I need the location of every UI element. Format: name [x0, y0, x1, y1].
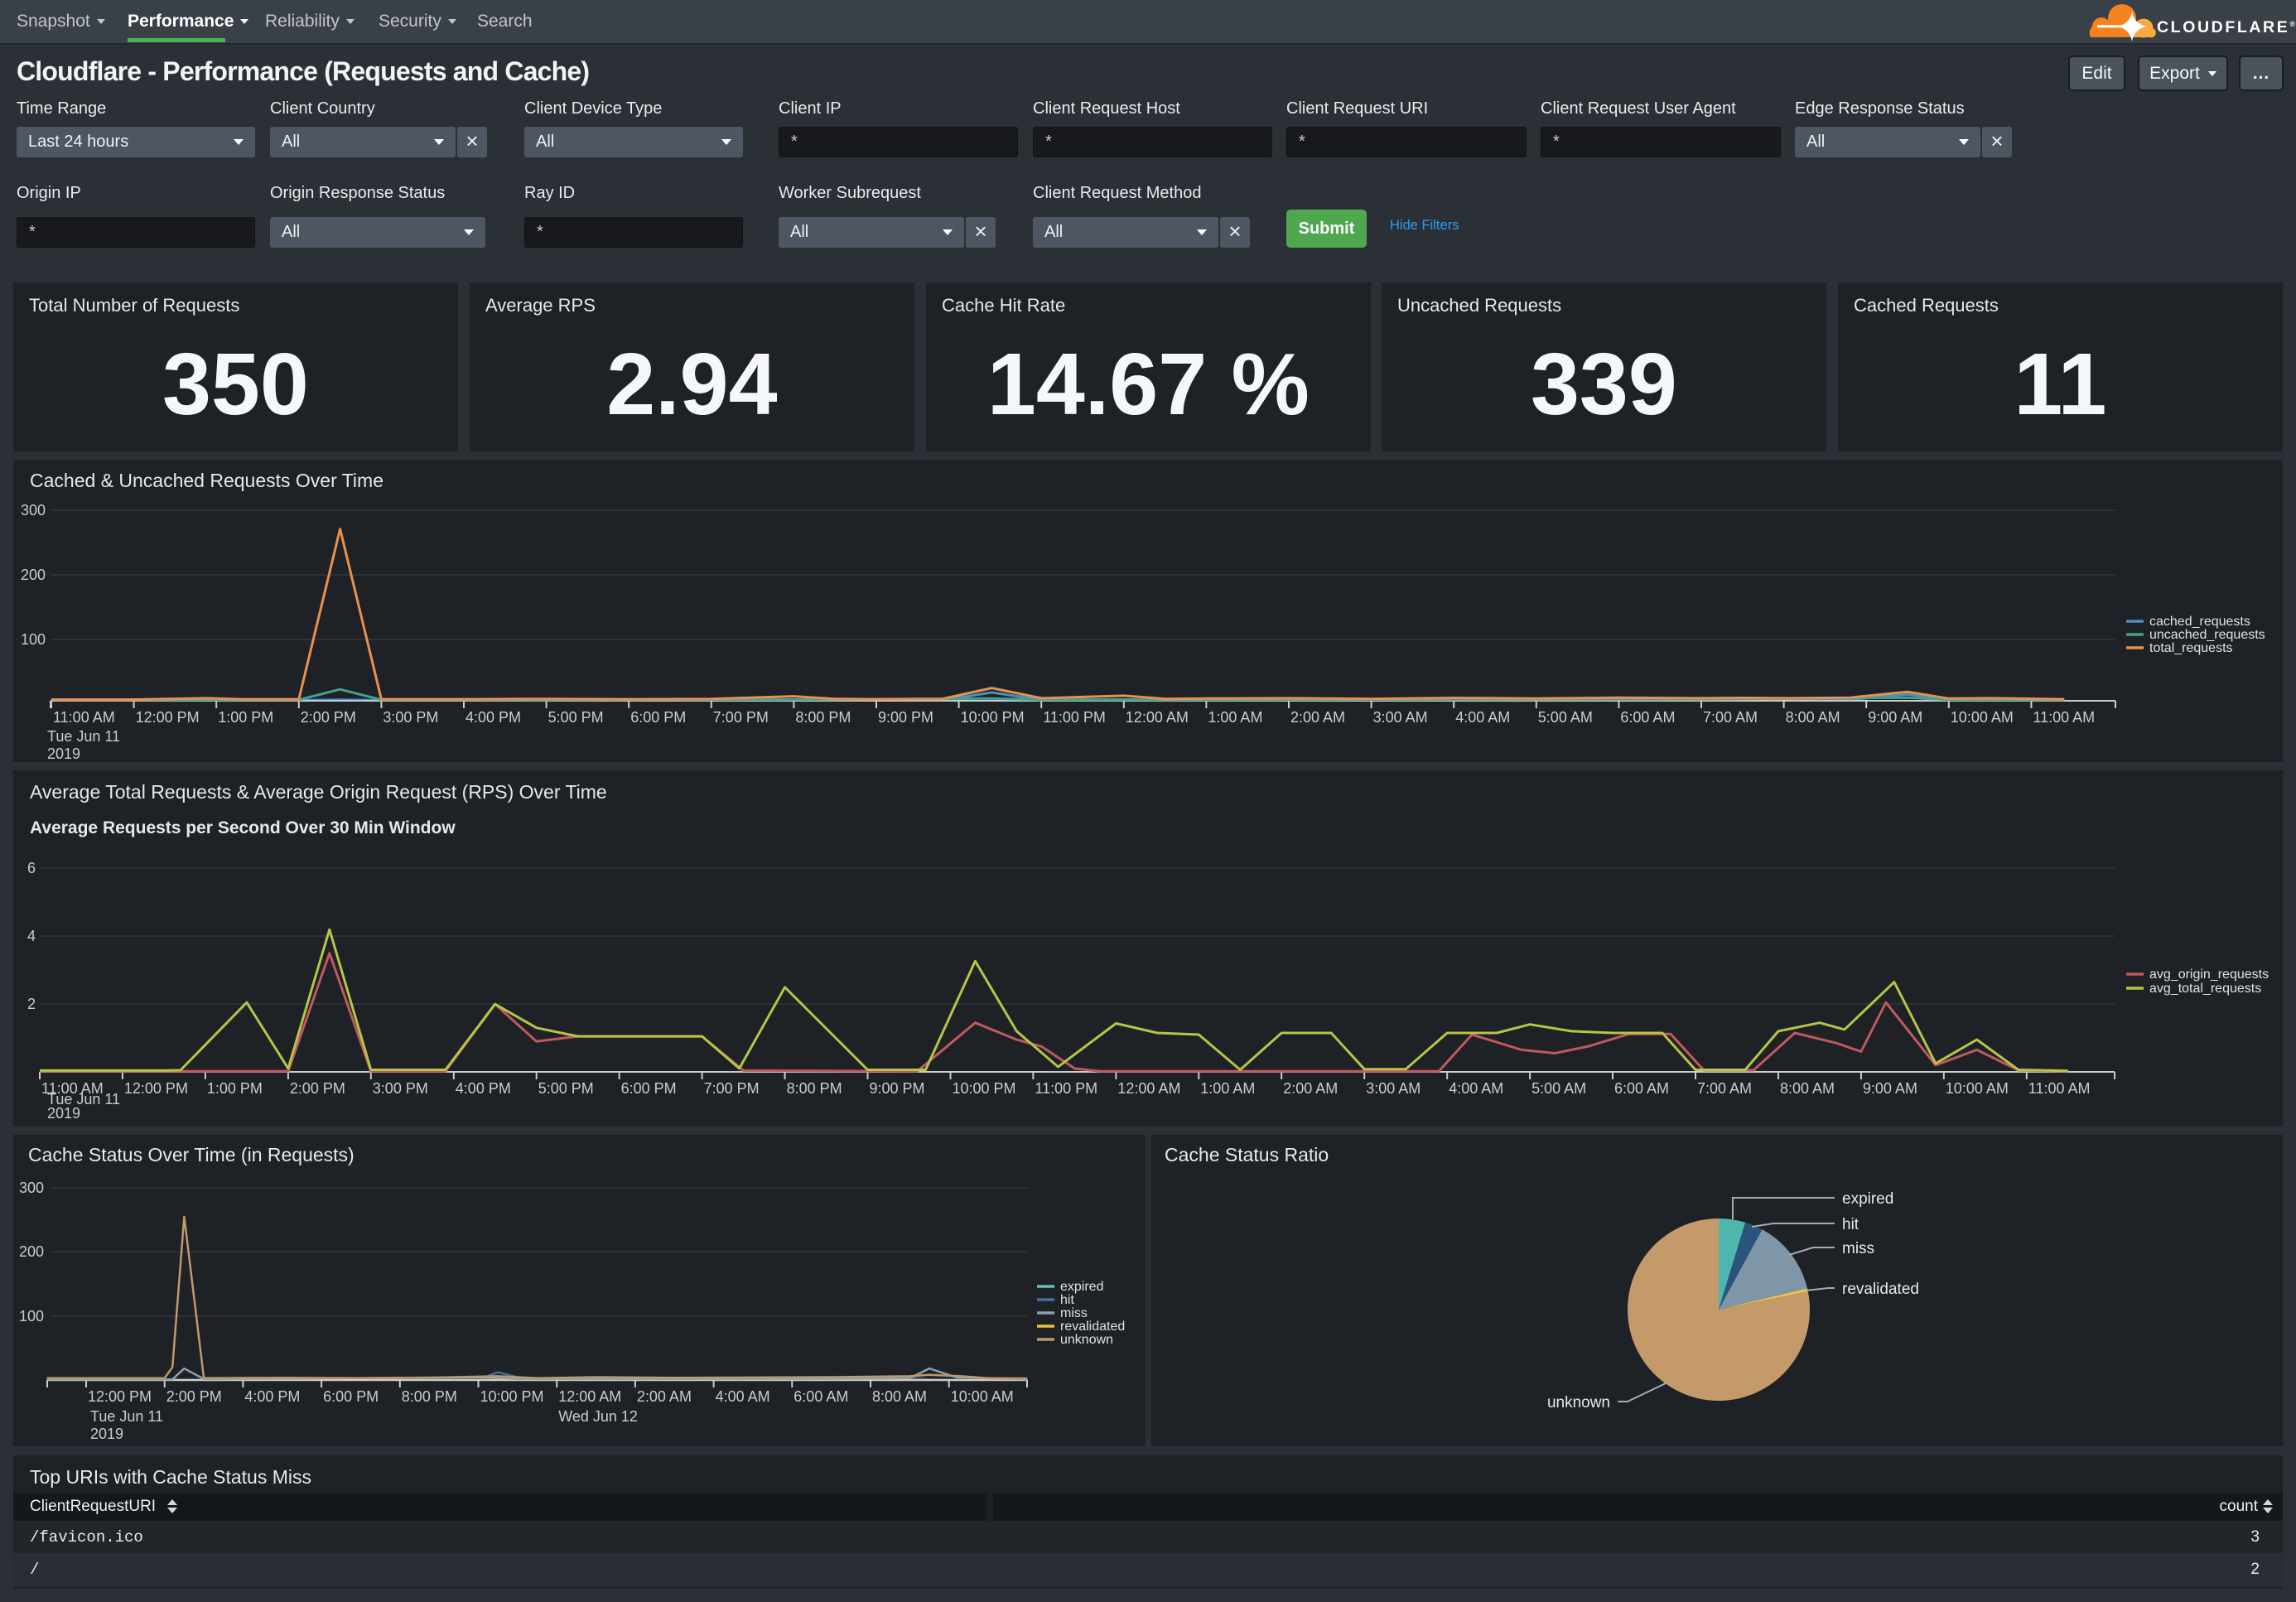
svg-text:1:00 PM: 1:00 PM	[207, 1080, 263, 1097]
svg-text:2:00 AM: 2:00 AM	[1290, 709, 1345, 726]
svg-text:4: 4	[27, 928, 36, 944]
svg-text:6:00 AM: 6:00 AM	[793, 1388, 848, 1405]
svg-text:11:00 PM: 11:00 PM	[1035, 1080, 1097, 1097]
svg-text:5:00 AM: 5:00 AM	[1531, 1080, 1586, 1097]
svg-text:12:00 PM: 12:00 PM	[124, 1080, 188, 1097]
svg-text:2:00 PM: 2:00 PM	[166, 1388, 222, 1405]
svg-text:unknown: unknown	[1060, 1333, 1113, 1347]
svg-text:9:00 PM: 9:00 PM	[878, 709, 933, 726]
svg-text:5:00 AM: 5:00 AM	[1538, 709, 1593, 726]
svg-text:4:00 PM: 4:00 PM	[244, 1388, 300, 1405]
svg-text:6:00 PM: 6:00 PM	[621, 1080, 677, 1097]
svg-text:7:00 PM: 7:00 PM	[704, 1080, 760, 1097]
svg-text:miss: miss	[1060, 1306, 1088, 1320]
svg-text:Wed Jun 12: Wed Jun 12	[558, 1408, 638, 1425]
svg-text:9:00 PM: 9:00 PM	[870, 1080, 925, 1097]
svg-text:1:00 AM: 1:00 AM	[1200, 1080, 1255, 1097]
svg-text:12:00 PM: 12:00 PM	[88, 1388, 152, 1405]
svg-text:2:00 PM: 2:00 PM	[290, 1080, 345, 1097]
svg-text:9:00 AM: 9:00 AM	[1863, 1080, 1917, 1097]
svg-text:10:00 PM: 10:00 PM	[961, 709, 1025, 726]
svg-text:6:00 PM: 6:00 PM	[323, 1388, 379, 1405]
svg-text:4:00 PM: 4:00 PM	[465, 709, 521, 726]
svg-text:expired: expired	[1842, 1190, 1893, 1208]
svg-text:3:00 AM: 3:00 AM	[1373, 709, 1428, 726]
svg-text:1:00 AM: 1:00 AM	[1208, 709, 1262, 726]
svg-text:200: 200	[21, 567, 46, 583]
svg-text:Tue Jun 11: Tue Jun 11	[90, 1408, 163, 1425]
svg-text:300: 300	[21, 502, 46, 519]
svg-text:8:00 PM: 8:00 PM	[795, 709, 851, 726]
svg-text:2:00 AM: 2:00 AM	[637, 1388, 692, 1405]
svg-text:10:00 PM: 10:00 PM	[953, 1080, 1016, 1097]
svg-text:3:00 PM: 3:00 PM	[373, 1080, 428, 1097]
svg-text:3:00 AM: 3:00 AM	[1366, 1080, 1421, 1097]
svg-text:10:00 PM: 10:00 PM	[480, 1388, 544, 1405]
svg-text:unknown: unknown	[1547, 1394, 1610, 1411]
svg-text:7:00 AM: 7:00 AM	[1697, 1080, 1752, 1097]
svg-text:6:00 AM: 6:00 AM	[1620, 709, 1675, 726]
svg-text:Tue Jun 11: Tue Jun 11	[47, 728, 120, 745]
svg-text:5:00 PM: 5:00 PM	[538, 1080, 594, 1097]
svg-text:1:00 PM: 1:00 PM	[218, 709, 273, 726]
svg-text:expired: expired	[1060, 1280, 1103, 1294]
svg-text:4:00 AM: 4:00 AM	[1449, 1080, 1503, 1097]
svg-text:10:00 AM: 10:00 AM	[951, 1388, 1014, 1405]
svg-text:8:00 AM: 8:00 AM	[1780, 1080, 1835, 1097]
svg-text:avg_origin_requests: avg_origin_requests	[2149, 967, 2269, 982]
svg-text:avg_total_requests: avg_total_requests	[2149, 982, 2261, 996]
svg-text:uncached_requests: uncached_requests	[2149, 628, 2265, 642]
svg-text:11:00 AM: 11:00 AM	[2028, 1080, 2091, 1097]
svg-text:8:00 PM: 8:00 PM	[787, 1080, 842, 1097]
svg-text:200: 200	[19, 1243, 44, 1260]
svg-text:7:00 PM: 7:00 PM	[713, 709, 769, 726]
svg-text:6:00 AM: 6:00 AM	[1614, 1080, 1669, 1097]
svg-text:4:00 AM: 4:00 AM	[716, 1388, 770, 1405]
svg-text:2:00 AM: 2:00 AM	[1283, 1080, 1338, 1097]
svg-text:11:00 AM: 11:00 AM	[2033, 709, 2095, 726]
svg-text:10:00 AM: 10:00 AM	[1951, 709, 2014, 726]
svg-text:12:00 AM: 12:00 AM	[558, 1388, 621, 1405]
svg-text:2: 2	[27, 996, 36, 1012]
svg-text:10:00 AM: 10:00 AM	[1946, 1080, 2009, 1097]
svg-text:100: 100	[19, 1308, 44, 1325]
svg-text:cached_requests: cached_requests	[2149, 615, 2250, 629]
svg-text:6: 6	[27, 860, 36, 876]
svg-text:100: 100	[21, 631, 46, 648]
svg-text:4:00 AM: 4:00 AM	[1455, 709, 1510, 726]
svg-text:2019: 2019	[47, 746, 80, 762]
svg-text:5:00 PM: 5:00 PM	[548, 709, 604, 726]
svg-text:2019: 2019	[47, 1105, 80, 1122]
svg-text:4:00 PM: 4:00 PM	[456, 1080, 511, 1097]
svg-text:9:00 AM: 9:00 AM	[1868, 709, 1922, 726]
svg-text:2019: 2019	[90, 1426, 123, 1442]
svg-text:2:00 PM: 2:00 PM	[301, 709, 356, 726]
svg-text:miss: miss	[1842, 1240, 1874, 1257]
svg-text:12:00 AM: 12:00 AM	[1126, 709, 1189, 726]
svg-text:7:00 AM: 7:00 AM	[1703, 709, 1758, 726]
svg-text:300: 300	[19, 1180, 44, 1196]
svg-text:8:00 AM: 8:00 AM	[1786, 709, 1840, 726]
svg-text:revalidated: revalidated	[1842, 1281, 1919, 1298]
svg-text:12:00 AM: 12:00 AM	[1117, 1080, 1180, 1097]
svg-text:6:00 PM: 6:00 PM	[630, 709, 686, 726]
svg-text:11:00 PM: 11:00 PM	[1043, 709, 1106, 726]
svg-text:12:00 PM: 12:00 PM	[136, 709, 200, 726]
svg-text:hit: hit	[1060, 1293, 1074, 1307]
svg-text:8:00 AM: 8:00 AM	[872, 1388, 927, 1405]
svg-text:hit: hit	[1842, 1216, 1859, 1233]
svg-text:revalidated: revalidated	[1060, 1320, 1125, 1334]
svg-text:3:00 PM: 3:00 PM	[383, 709, 438, 726]
svg-text:8:00 PM: 8:00 PM	[402, 1388, 457, 1405]
svg-text:11:00 AM: 11:00 AM	[53, 709, 115, 726]
svg-text:total_requests: total_requests	[2149, 641, 2233, 655]
